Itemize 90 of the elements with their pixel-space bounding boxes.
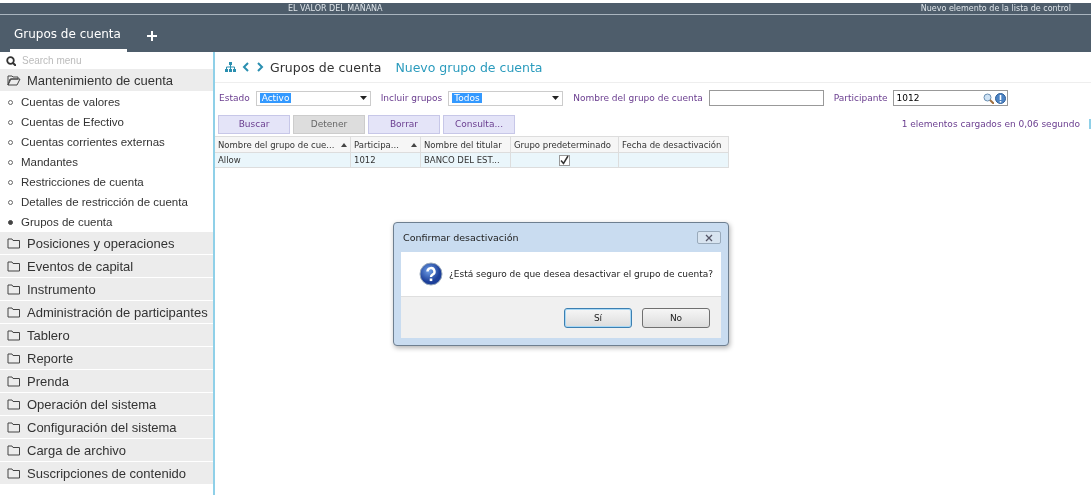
folder-icon — [7, 306, 21, 318]
sort-arrow-icon — [341, 142, 347, 147]
sort-arrow-icon — [411, 142, 417, 147]
menu-item[interactable]: Grupos de cuenta — [0, 212, 213, 232]
menu-item[interactable]: Mandantes — [0, 152, 213, 172]
tab[interactable]: Grupos de cuenta — [10, 27, 127, 52]
close-icon — [705, 233, 713, 242]
notice-text: Nuevo elemento de la lista de control — [920, 4, 1071, 13]
input-field[interactable] — [708, 90, 824, 106]
dialog-message: ¿Está seguro de que desea desactivar el grupo de cuenta? — [449, 269, 714, 279]
folder-icon — [7, 398, 21, 410]
folder-icon — [7, 467, 21, 479]
dialog-button[interactable]: Sí — [564, 307, 632, 328]
filter-label: Participante — [833, 93, 888, 103]
menu-item-label: Detalles de restricción de cuenta — [21, 196, 188, 208]
menu-group[interactable]: Configuración del sistema — [0, 416, 213, 439]
filter-label: Nombre del grupo de cuenta — [573, 93, 703, 103]
menu-item-label: Cuentas de Efectivo — [21, 116, 124, 128]
menu-group[interactable]: Operación del sistema — [0, 393, 213, 416]
folder-icon — [7, 237, 21, 249]
forward-icon[interactable] — [256, 62, 264, 72]
column-header[interactable]: Nombre del grupo de cue... — [215, 137, 351, 153]
folder-icon — [7, 329, 21, 341]
open-folder-icon — [7, 74, 21, 86]
dialog-title: Confirmar desactivación — [403, 232, 519, 243]
menu-group-label: Instrumento — [27, 281, 96, 297]
menu-group-label: Carga de archivo — [27, 442, 126, 458]
filter-label: Estado — [219, 93, 250, 103]
folder-icon — [7, 421, 21, 433]
menu-group-label: Operación del sistema — [27, 396, 157, 412]
menu-item[interactable]: Cuentas de valores — [0, 92, 213, 112]
action-button[interactable]: Consulta... — [443, 114, 515, 134]
menu-item-label: Grupos de cuenta — [21, 216, 113, 228]
menu-group-label: Reporte — [27, 350, 74, 366]
menu-item-label: Cuentas de valores — [21, 96, 121, 108]
info-icon[interactable] — [995, 92, 1007, 104]
menu-item-label: Cuentas corrientes externas — [21, 136, 165, 148]
menu-group-label: Prenda — [27, 373, 69, 389]
column-header[interactable]: Grupo predeterminado — [511, 137, 619, 153]
menu-group[interactable]: Carga de archivo — [0, 439, 213, 462]
menu-group[interactable]: Tablero — [0, 324, 213, 347]
search-icon[interactable] — [983, 92, 995, 104]
filter-label: Incluir grupos — [380, 93, 443, 103]
column-header[interactable]: Fecha de desactivación — [619, 137, 729, 153]
add-tab-icon[interactable] — [146, 31, 157, 41]
menu-group-label: Eventos de capital — [27, 258, 134, 274]
menu-group-label: Tablero — [27, 327, 70, 343]
folder-icon — [7, 260, 21, 272]
dialog-button[interactable]: No — [642, 307, 710, 328]
folder-icon — [7, 352, 21, 364]
menu-item[interactable]: Detalles de restricción de cuenta — [0, 192, 213, 212]
menu-group[interactable]: Posiciones y operaciones — [0, 232, 213, 255]
menu-group[interactable]: Prenda — [0, 370, 213, 393]
menu-group-label: Posiciones y operaciones — [27, 235, 175, 251]
menu-group[interactable]: Suscripciones de contenido — [0, 462, 213, 485]
dropdown-arrow-icon — [359, 96, 367, 100]
lookup-field[interactable]: 1012 — [893, 90, 1009, 106]
question-icon — [419, 262, 443, 286]
menu-group-label: Mantenimiento de cuenta — [27, 72, 173, 88]
table-cell: Allow — [215, 153, 351, 168]
menu-item[interactable]: Cuentas de Efectivo — [0, 112, 213, 132]
column-header[interactable]: Participa... — [351, 137, 421, 153]
status-text: 1 elementos cargados en 0,06 segundo — [901, 119, 1091, 129]
menu-group[interactable]: Mantenimiento de cuenta — [0, 69, 213, 92]
table-cell: BANCO DEL EST... — [421, 153, 511, 168]
hierarchy-icon[interactable] — [225, 62, 236, 72]
close-button[interactable] — [697, 231, 721, 244]
menu-item[interactable]: Restricciones de cuenta — [0, 172, 213, 192]
page-title: Grupos de cuenta — [270, 59, 382, 75]
menu-group[interactable]: Administración de participantes — [0, 301, 213, 324]
menu-group[interactable]: Instrumento — [0, 278, 213, 301]
menu-group-label: Suscripciones de contenido — [27, 465, 186, 481]
menu-group-label: Configuración del sistema — [27, 419, 177, 435]
folder-icon — [7, 283, 21, 295]
column-header[interactable]: Nombre del titular — [421, 137, 511, 153]
menu-item-label: Mandantes — [21, 156, 78, 168]
table-cell: 1012 — [351, 153, 421, 168]
brand-tagline: EL VALOR DEL MAÑANA — [288, 4, 383, 13]
menu-group[interactable]: Eventos de capital — [0, 255, 213, 278]
menu-group[interactable]: Reporte — [0, 347, 213, 370]
menu-item[interactable]: Cuentas corrientes externas — [0, 132, 213, 152]
menu-item-label: Restricciones de cuenta — [21, 176, 144, 188]
back-icon[interactable] — [242, 62, 250, 72]
menu-group-label: Administración de participantes — [27, 304, 208, 320]
action-button[interactable]: Buscar — [218, 114, 290, 134]
action-button[interactable]: Borrar — [368, 114, 440, 134]
folder-icon — [7, 444, 21, 456]
dropdown-arrow-icon — [552, 96, 560, 100]
folder-icon — [7, 375, 21, 387]
search-icon — [6, 55, 16, 66]
